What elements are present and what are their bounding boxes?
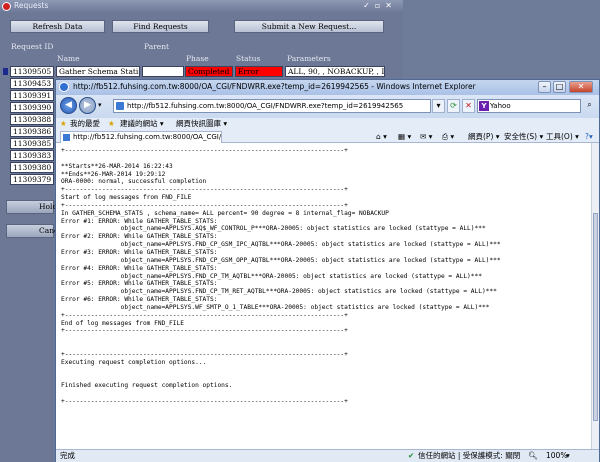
request-parameters-cell[interactable]: ALL, 90, , NOBACKUP, , LA xyxy=(285,66,385,77)
refresh-icon[interactable]: ⟳ xyxy=(447,99,460,113)
hold-request-button[interactable]: Hold xyxy=(6,200,57,214)
oracle-logo-icon xyxy=(2,2,11,11)
header-parameters: Parameters xyxy=(287,54,331,63)
request-id-row[interactable]: 11309505 xyxy=(3,66,54,77)
navigation-bar: ◀ ▶ ▾ http://fb512.fuhsing.com.tw:8000/O… xyxy=(56,95,599,118)
request-id-value: 11309385 xyxy=(13,139,52,148)
ie-window-title: http://fb512.fuhsing.com.tw:8000/OA_CGI/… xyxy=(73,82,476,91)
back-icon[interactable]: ◀ xyxy=(60,97,77,114)
tab-title: http://fb512.fuhsing.com.tw:8000/OA_CGI/… xyxy=(73,133,222,141)
log-output: +---------------------------------------… xyxy=(61,147,501,405)
page-menu[interactable]: 網頁(P) ▾ xyxy=(468,130,500,143)
favorites-label[interactable]: 我的最愛 xyxy=(70,118,100,130)
request-id-row[interactable]: 11309379 xyxy=(10,174,54,185)
header-status: Status xyxy=(236,54,261,63)
page-content: +---------------------------------------… xyxy=(56,143,591,449)
selected-row-marker xyxy=(3,68,8,75)
add-favorites-icon[interactable]: ★ xyxy=(108,118,115,130)
trusted-sites-icon: ✔ xyxy=(408,451,415,460)
safety-menu[interactable]: 安全性(S) ▾ xyxy=(504,130,543,143)
request-id-row[interactable]: 11309391 xyxy=(10,90,54,101)
header-parent: Parent xyxy=(144,42,170,51)
header-name: Name xyxy=(57,54,80,63)
favorites-star-icon[interactable]: ★ xyxy=(60,118,67,130)
ie-logo-icon xyxy=(59,82,69,92)
zoom-icon[interactable]: 🔍︎ xyxy=(528,450,538,462)
help-icon[interactable]: ?▾ xyxy=(585,130,593,143)
maximize-icon[interactable]: □ xyxy=(553,81,566,93)
safety-menu-label: 安全性(S) xyxy=(504,132,538,141)
header-phase: Phase xyxy=(186,54,209,63)
status-text: 完成 xyxy=(60,451,75,460)
request-id-value: 11309505 xyxy=(13,67,52,76)
requests-window-title: Requests xyxy=(14,1,49,10)
favorites-bar: ★ 我的最愛 ★ 建議的網站 ▾ 網頁快訊圖庫 ▾ xyxy=(56,118,599,130)
refresh-data-button[interactable]: Refresh Data xyxy=(10,20,105,33)
print-icon[interactable]: ⎙ ▾ xyxy=(442,130,454,143)
mail-icon[interactable]: ✉ ▾ xyxy=(420,130,432,143)
web-slice-gallery-item[interactable]: 網頁快訊圖庫 ▾ xyxy=(176,118,227,130)
header-request-id: Request ID xyxy=(11,42,54,51)
request-id-row[interactable]: 11309380 xyxy=(10,162,54,173)
tab-bar: http://fb512.fuhsing.com.tw:8000/OA_CGI/… xyxy=(56,130,599,143)
tools-menu[interactable]: 工具(O) ▾ xyxy=(546,130,579,143)
search-icon[interactable]: ⌕ xyxy=(583,99,596,113)
scrollbar-thumb[interactable] xyxy=(593,213,598,421)
request-id-value: 11309386 xyxy=(13,127,52,136)
recent-pages-dropdown-icon[interactable]: ▾ xyxy=(98,101,102,109)
suggested-sites-item[interactable]: 建議的網站 ▾ xyxy=(120,118,164,130)
request-id-row[interactable]: 11309383 xyxy=(10,150,54,161)
request-id-row[interactable]: 11309453 xyxy=(10,78,54,89)
page-icon xyxy=(116,102,124,110)
request-id-row[interactable]: 11309388 xyxy=(10,114,54,125)
yahoo-icon: Y xyxy=(479,101,489,111)
request-status-cell[interactable]: Error xyxy=(235,66,283,77)
submit-new-request-button[interactable]: Submit a New Request... xyxy=(234,20,384,33)
request-id-value: 11309379 xyxy=(13,175,52,184)
request-id-row[interactable]: 11309385 xyxy=(10,138,54,149)
vertical-scrollbar[interactable] xyxy=(591,143,599,449)
request-phase-cell[interactable]: Completed xyxy=(185,66,233,77)
suggested-sites-label: 建議的網站 xyxy=(120,119,158,128)
request-parent-cell[interactable] xyxy=(142,66,184,77)
requests-title-bar: Requests ✓▫✕ xyxy=(0,0,403,13)
address-text: http://fb512.fuhsing.com.tw:8000/OA_CGI/… xyxy=(127,102,404,110)
window-controls[interactable]: ✓▫✕ xyxy=(363,1,397,10)
stop-icon[interactable]: ✕ xyxy=(462,99,475,113)
ie-title-bar: http://fb512.fuhsing.com.tw:8000/OA_CGI/… xyxy=(56,80,599,95)
request-id-value: 11309390 xyxy=(13,103,52,112)
request-id-value: 11309383 xyxy=(13,151,52,160)
current-tab[interactable]: http://fb512.fuhsing.com.tw:8000/OA_CGI/… xyxy=(60,131,222,143)
security-zone-text[interactable]: 信任的網站 | 受保護模式: 關閉 xyxy=(418,450,520,462)
tab-page-icon xyxy=(63,134,70,141)
minimize-icon[interactable]: – xyxy=(538,81,551,93)
close-icon[interactable]: ✕ xyxy=(569,81,593,93)
home-icon[interactable]: ⌂ ▾ xyxy=(376,130,387,143)
web-slice-gallery-label: 網頁快訊圖庫 xyxy=(176,119,221,128)
request-name-cell[interactable]: Gather Schema Statistics xyxy=(56,66,140,77)
page-menu-label: 網頁(P) xyxy=(468,132,494,141)
address-dropdown-icon[interactable]: ▾ xyxy=(432,99,445,113)
address-bar[interactable]: http://fb512.fuhsing.com.tw:8000/OA_CGI/… xyxy=(113,99,431,113)
search-input[interactable]: Y Yahoo xyxy=(477,99,581,113)
zoom-dropdown-icon[interactable]: ▾ xyxy=(566,450,570,462)
request-id-value: 11309391 xyxy=(13,91,52,100)
request-id-value: 11309380 xyxy=(13,163,52,172)
request-id-row[interactable]: 11309386 xyxy=(10,126,54,137)
tools-menu-label: 工具(O) xyxy=(546,132,573,141)
request-id-row[interactable]: 11309390 xyxy=(10,102,54,113)
request-id-value: 11309388 xyxy=(13,115,52,124)
internet-explorer-window: http://fb512.fuhsing.com.tw:8000/OA_CGI/… xyxy=(55,79,600,462)
zoom-level[interactable]: 100% xyxy=(546,450,567,462)
search-placeholder: Yahoo xyxy=(490,102,511,110)
status-bar: 完成 ✔ 信任的網站 | 受保護模式: 關閉 🔍︎ 100% ▾ xyxy=(56,449,599,462)
request-id-value: 11309453 xyxy=(13,79,52,88)
find-requests-button[interactable]: Find Requests xyxy=(112,20,209,33)
forward-icon[interactable]: ▶ xyxy=(79,97,96,114)
cancel-request-button[interactable]: Cancel xyxy=(6,224,65,238)
feeds-icon[interactable]: ▦ ▾ xyxy=(398,130,411,143)
